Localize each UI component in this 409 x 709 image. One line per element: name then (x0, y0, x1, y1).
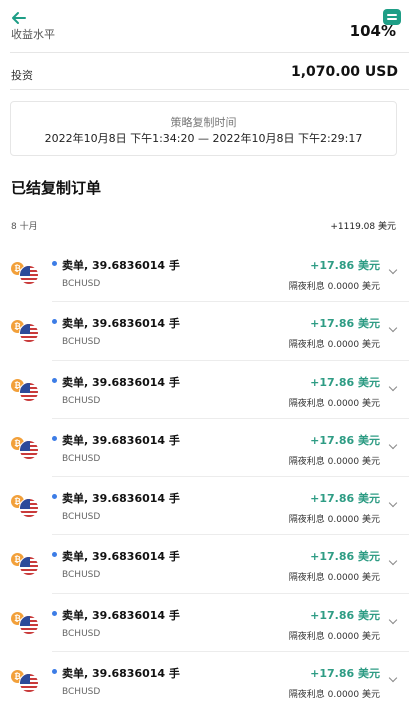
chevron-down-icon[interactable] (388, 673, 398, 683)
order-swap: 隔夜利息 0.0000 美元 (288, 515, 380, 526)
closed-orders-title: 已结复制订单 (11, 179, 102, 197)
order-title: 卖单, 39.6836014 手 (62, 259, 180, 272)
us-flag-icon (19, 439, 39, 460)
order-row[interactable]: ₿ 卖单, 39.6836014 手 BCHUSD +17.86 美元 隔夜利息… (0, 302, 409, 361)
investment-value: 1,070.00 USD (290, 64, 398, 80)
order-profit: +17.86 美元 (310, 259, 380, 272)
us-flag-icon (19, 265, 39, 285)
order-row[interactable]: ₿ 卖单, 39.6836014 手 BCHUSD +17.86 美元 隔夜利息… (0, 244, 409, 303)
chevron-down-icon[interactable] (388, 265, 398, 275)
order-status-dot (52, 435, 57, 441)
order-list: ₿ 卖单, 39.6836014 手 BCHUSD +17.86 美元 隔夜利息… (0, 244, 409, 709)
order-status-dot (52, 669, 57, 675)
strategy-time-range: 2022年10月8日 下午1:34:20 — 2022年10月8日 下午2:29… (44, 132, 363, 145)
order-profit: +17.86 美元 (310, 608, 380, 622)
order-status-dot (52, 552, 57, 558)
order-title: 卖单, 39.6836014 手 (62, 375, 180, 389)
order-swap: 隔夜利息 0.0000 美元 (288, 631, 380, 642)
chevron-down-icon[interactable] (388, 440, 398, 450)
order-title: 卖单, 39.6836014 手 (62, 317, 180, 331)
order-swap: 隔夜利息 0.0000 美元 (288, 456, 380, 467)
order-profit: +17.86 美元 (310, 492, 380, 506)
order-swap: 隔夜利息 0.0000 美元 (288, 690, 380, 701)
us-flag-icon (19, 614, 39, 635)
order-row[interactable]: ₿ 卖单, 39.6836014 手 BCHUSD +17.86 美元 隔夜利息… (0, 477, 409, 536)
order-symbol: BCHUSD (62, 453, 101, 464)
yield-value: 104% (349, 22, 396, 40)
order-status-dot (52, 610, 57, 616)
chevron-down-icon[interactable] (388, 324, 398, 333)
strategy-copy-time-card: 策略复制时间 2022年10月8日 下午1:34:20 — 2022年10月8日… (10, 101, 397, 156)
month-total: +1119.08 美元 (330, 222, 396, 232)
order-profit: +17.86 美元 (310, 375, 380, 389)
order-row[interactable]: ₿ 卖单, 39.6836014 手 BCHUSD +17.86 美元 隔夜利息… (0, 652, 409, 709)
chevron-down-icon[interactable] (388, 382, 398, 391)
chevron-down-icon[interactable] (388, 557, 398, 566)
order-row[interactable]: ₿ 卖单, 39.6836014 手 BCHUSD +17.86 美元 隔夜利息… (0, 419, 409, 478)
top-bar: 收益水平 104% (0, 0, 409, 52)
us-flag-icon (19, 498, 39, 519)
investment-label: 投资 (11, 69, 33, 82)
order-status-dot (52, 377, 57, 383)
divider (10, 89, 409, 90)
order-symbol: BCHUSD (62, 687, 101, 698)
order-profit: +17.86 美元 (310, 667, 380, 681)
chevron-down-icon[interactable] (388, 498, 398, 508)
order-swap: 隔夜利息 0.0000 美元 (288, 573, 380, 584)
order-swap: 隔夜利息 0.0000 美元 (288, 340, 380, 351)
order-swap: 隔夜利息 0.0000 美元 (288, 282, 380, 292)
order-status-dot (52, 494, 57, 500)
us-flag-icon (19, 673, 39, 694)
order-row[interactable]: ₿ 卖单, 39.6836014 手 BCHUSD +17.86 美元 隔夜利息… (0, 535, 409, 594)
order-status-dot (52, 261, 57, 266)
order-symbol: BCHUSD (62, 570, 101, 581)
chevron-down-icon[interactable] (388, 615, 398, 625)
order-swap: 隔夜利息 0.0000 美元 (288, 398, 380, 409)
order-status-dot (52, 319, 57, 325)
order-title: 卖单, 39.6836014 手 (62, 667, 180, 681)
yield-label: 收益水平 (11, 28, 55, 41)
order-row[interactable]: ₿ 卖单, 39.6836014 手 BCHUSD +17.86 美元 隔夜利息… (0, 594, 409, 653)
order-profit: +17.86 美元 (310, 317, 380, 331)
order-symbol: BCHUSD (62, 395, 101, 406)
divider (10, 52, 409, 53)
order-symbol: BCHUSD (62, 337, 101, 348)
strategy-title: 策略复制时间 (170, 116, 237, 129)
order-profit: +17.86 美元 (310, 433, 380, 447)
order-symbol: BCHUSD (62, 279, 101, 289)
us-flag-icon (19, 323, 39, 344)
month-label: 8 十月 (11, 222, 38, 232)
order-symbol: BCHUSD (62, 512, 101, 523)
order-title: 卖单, 39.6836014 手 (62, 550, 180, 564)
order-profit: +17.86 美元 (310, 550, 380, 564)
order-row[interactable]: ₿ 卖单, 39.6836014 手 BCHUSD +17.86 美元 隔夜利息… (0, 361, 409, 419)
order-title: 卖单, 39.6836014 手 (62, 608, 180, 622)
order-title: 卖单, 39.6836014 手 (62, 492, 180, 506)
order-title: 卖单, 39.6836014 手 (62, 433, 180, 447)
order-symbol: BCHUSD (62, 628, 101, 639)
arrow-left-icon[interactable] (10, 9, 28, 27)
us-flag-icon (19, 556, 39, 577)
us-flag-icon (19, 381, 39, 402)
